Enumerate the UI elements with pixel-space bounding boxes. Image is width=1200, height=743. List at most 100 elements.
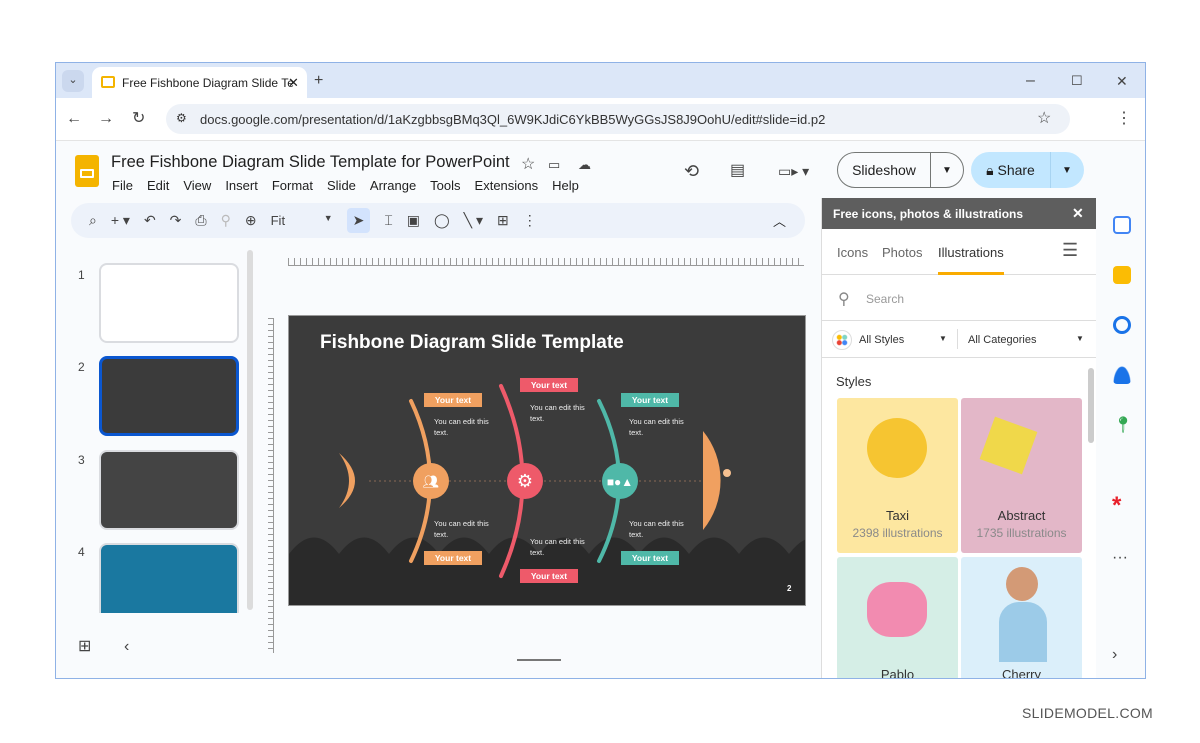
categories-dropdown[interactable]: All Categories (968, 334, 1036, 346)
bone-label[interactable]: Your text (520, 378, 578, 392)
filmstrip: 1 2 3 4 (61, 250, 253, 613)
close-window-button[interactable]: ✕ (1116, 71, 1128, 91)
reload-icon[interactable]: ↻ (132, 109, 145, 129)
svg-text:■●▲: ■●▲ (607, 475, 633, 489)
keep-icon[interactable] (1113, 266, 1131, 284)
slideshow-dropdown-icon[interactable]: ▼ (931, 165, 963, 176)
bone-label[interactable]: Your text (621, 551, 679, 565)
bone-label[interactable]: Your text (520, 569, 578, 583)
slide-thumbnail-1[interactable] (99, 263, 239, 343)
tab-photos[interactable]: Photos (882, 245, 922, 260)
addon-asterisk-icon[interactable]: * (1112, 494, 1121, 518)
bone-description[interactable]: You can edit this text. (530, 402, 594, 424)
slide-thumbnail-3[interactable] (99, 450, 239, 530)
select-tool-icon[interactable]: ➤ (346, 208, 371, 233)
text-box-icon[interactable]: ⌶ (384, 212, 392, 229)
cloud-status-icon[interactable]: ☁ (578, 155, 591, 175)
bone-label[interactable]: Your text (424, 393, 482, 407)
tab-list-button[interactable]: ⌄ (62, 70, 84, 92)
back-icon[interactable]: ← (66, 109, 82, 129)
speaker-notes-handle[interactable] (517, 659, 561, 661)
bone-label[interactable]: Your text (424, 551, 482, 565)
bone-description[interactable]: You can edit this text. (629, 518, 693, 540)
collapse-toolbar-icon[interactable]: ︿ (773, 211, 786, 230)
panel-scrollbar[interactable] (1088, 368, 1094, 443)
collapse-filmstrip-icon[interactable]: ‹ (124, 637, 129, 657)
menu-format[interactable]: Format (272, 178, 313, 193)
comment-add-icon[interactable]: ⊞ (497, 212, 509, 229)
styles-dropdown[interactable]: All Styles (859, 334, 904, 346)
document-title[interactable]: Free Fishbone Diagram Slide Template for… (111, 153, 510, 172)
more-addons-icon[interactable]: ··· (1112, 548, 1128, 568)
menu-insert[interactable]: Insert (225, 178, 258, 193)
share-dropdown-icon[interactable]: ▼ (1051, 165, 1083, 176)
contacts-icon[interactable] (1113, 366, 1131, 384)
calendar-icon[interactable] (1113, 216, 1131, 234)
undo-icon[interactable]: ↶ (144, 212, 156, 229)
menu-tools[interactable]: Tools (430, 178, 460, 193)
url-input[interactable]: ⚙ docs.google.com/presentation/d/1aKzgbb… (166, 104, 1070, 134)
more-icon[interactable]: ⋮ (523, 212, 537, 229)
chevron-down-icon[interactable]: ▼ (939, 334, 947, 343)
version-history-icon[interactable]: ⟲ (684, 161, 699, 181)
forward-icon[interactable]: → (98, 109, 114, 129)
image-icon[interactable]: ▣ (407, 212, 420, 229)
new-tab-button[interactable]: + (314, 71, 323, 91)
menu-slide[interactable]: Slide (327, 178, 356, 193)
bone-description[interactable]: You can edit this text. (434, 416, 498, 438)
move-folder-icon[interactable]: ▭ (548, 155, 560, 175)
bone-description[interactable]: You can edit this text. (629, 416, 693, 438)
line-icon[interactable]: ╲ ▾ (464, 212, 483, 229)
comments-icon[interactable]: ▤ (730, 161, 745, 181)
close-tab-icon[interactable]: ✕ (288, 75, 299, 91)
print-icon[interactable]: ⎙ (195, 212, 206, 229)
zoom-icon[interactable]: ⊕ (245, 212, 257, 229)
card-name: Pablo (880, 667, 915, 679)
browser-menu-icon[interactable]: ⋮ (1116, 109, 1132, 129)
slide-title[interactable]: Fishbone Diagram Slide Template (320, 332, 624, 354)
star-icon[interactable]: ☆ (521, 155, 535, 175)
hamburger-menu-icon[interactable]: ☰ (1062, 240, 1078, 261)
tab-illustrations[interactable]: Illustrations (938, 245, 1004, 275)
meet-camera-icon[interactable]: ▭▸ ▾ (778, 161, 809, 181)
zoom-select[interactable]: Fit ▼ (271, 213, 333, 228)
menu-view[interactable]: View (183, 178, 211, 193)
slide-thumbnail-2[interactable] (99, 356, 239, 436)
maps-icon[interactable]: 📍︎ (1113, 416, 1133, 436)
grid-view-icon[interactable]: ⊞ (78, 637, 91, 657)
style-card-abstract[interactable]: Abstract 1735 illustrations (961, 398, 1082, 553)
menu-help[interactable]: Help (552, 178, 579, 193)
expand-rail-icon[interactable]: › (1112, 645, 1117, 665)
browser-tab[interactable]: Free Fishbone Diagram Slide Te ✕ (92, 67, 307, 98)
tab-icons[interactable]: Icons (837, 245, 868, 260)
filmstrip-scrollbar[interactable] (247, 250, 253, 610)
search-input[interactable]: ⚲ Search (822, 276, 1097, 321)
menu-file[interactable]: File (112, 178, 133, 193)
slide-thumbnail-4[interactable] (99, 543, 239, 613)
maximize-button[interactable]: ☐ (1071, 71, 1083, 91)
style-card-taxi[interactable]: Taxi 2398 illustrations (837, 398, 958, 553)
bone-description[interactable]: You can edit this text. (434, 518, 498, 540)
bone-label[interactable]: Your text (621, 393, 679, 407)
menu-edit[interactable]: Edit (147, 178, 169, 193)
bone-description[interactable]: You can edit this text. (530, 536, 594, 558)
bookmark-star-icon[interactable]: ☆ (1037, 109, 1051, 129)
share-button[interactable]: 🔒︎ Share ▼ (971, 152, 1084, 188)
menu-arrange[interactable]: Arrange (370, 178, 416, 193)
chevron-down-icon[interactable]: ▼ (1076, 334, 1084, 343)
style-card-cherry[interactable]: Cherry (961, 557, 1082, 678)
new-slide-icon[interactable]: + ▾ (111, 212, 130, 229)
styles-palette-icon (832, 330, 852, 350)
tasks-icon[interactable] (1113, 316, 1131, 334)
menu-extensions[interactable]: Extensions (475, 178, 539, 193)
search-menus-icon[interactable]: ⌕ (89, 212, 97, 229)
close-panel-icon[interactable]: ✕ (1072, 205, 1084, 222)
shape-icon[interactable]: ◯ (434, 212, 450, 229)
slideshow-button[interactable]: Slideshow ▼ (837, 152, 964, 188)
redo-icon[interactable]: ↷ (170, 212, 182, 229)
style-card-pablo[interactable]: Pablo (837, 557, 958, 679)
slide-canvas[interactable]: 👥︎ ⚙ ■●▲ Fishbone Diagram Slide Template… (288, 315, 806, 606)
site-settings-icon[interactable]: ⚙ (176, 111, 187, 125)
minimize-button[interactable]: – (1026, 71, 1035, 91)
paint-format-icon[interactable]: ⚲ (221, 212, 231, 229)
